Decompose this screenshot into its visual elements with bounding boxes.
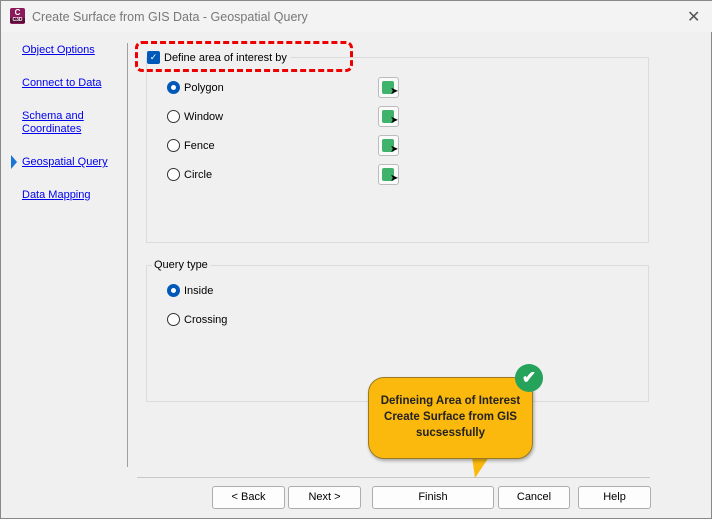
active-arrow-icon [11, 155, 17, 169]
sidebar-divider [127, 43, 128, 467]
pick-window-button[interactable]: ➤ [378, 106, 399, 127]
radio-inside[interactable]: Inside [167, 284, 213, 297]
finish-button[interactable]: Finish [372, 486, 494, 509]
pick-fence-button[interactable]: ➤ [378, 135, 399, 156]
radio-window[interactable]: Window [167, 110, 223, 123]
query-type-label: Query type [152, 259, 210, 271]
next-button[interactable]: Next > [288, 486, 361, 509]
footer-divider [137, 477, 650, 478]
radio-crossing[interactable]: Crossing [167, 313, 227, 326]
pick-circle-button[interactable]: ➤ [378, 164, 399, 185]
civil3d-app-icon: C C3D [10, 8, 25, 24]
back-button[interactable]: < Back [212, 486, 285, 509]
dialog-window: C C3D Create Surface from GIS Data - Geos… [0, 0, 712, 519]
callout-tail [472, 457, 489, 478]
nav-schema-and-coordinates[interactable]: Schema and Coordinates [22, 110, 92, 136]
nav-connect-to-data[interactable]: Connect to Data [22, 77, 102, 90]
radio-fence[interactable]: Fence [167, 139, 215, 152]
cancel-button[interactable]: Cancel [498, 486, 570, 509]
nav-geospatial-query[interactable]: Geospatial Query [22, 156, 108, 169]
close-icon[interactable]: ✕ [687, 7, 700, 27]
highlight-annotation [135, 41, 353, 72]
success-callout: Defineing Area of Interest Create Surfac… [368, 377, 533, 459]
nav-object-options[interactable]: Object Options [22, 44, 95, 57]
nav-data-mapping[interactable]: Data Mapping [22, 189, 91, 202]
radio-polygon[interactable]: Polygon [167, 81, 224, 94]
help-button[interactable]: Help [578, 486, 651, 509]
success-check-icon: ✔ [515, 364, 543, 392]
window-title: Create Surface from GIS Data - Geospatia… [32, 10, 308, 24]
radio-circle[interactable]: Circle [167, 168, 212, 181]
title-bar: C C3D Create Surface from GIS Data - Geos… [1, 1, 712, 32]
pick-polygon-button[interactable]: ➤ [378, 77, 399, 98]
